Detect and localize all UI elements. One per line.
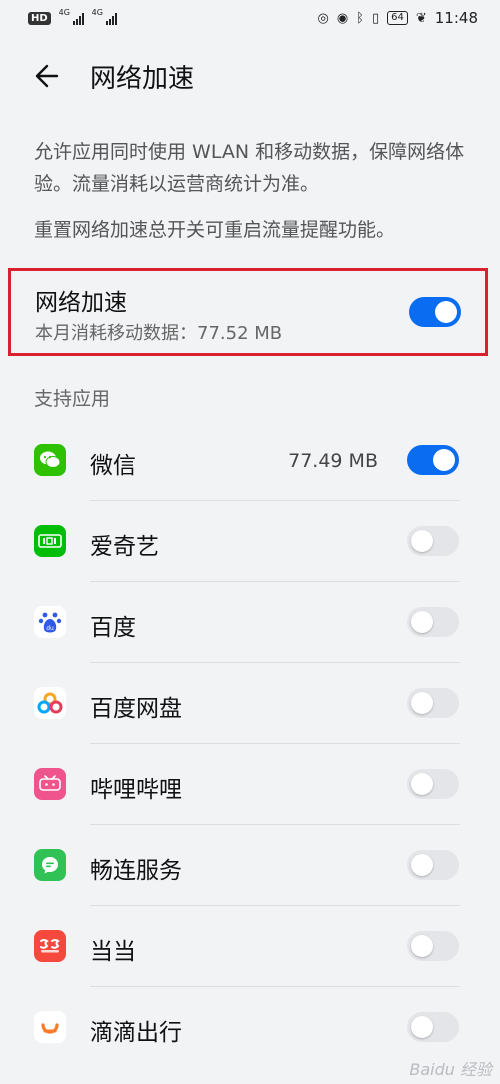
app-list: 微信 77.49 MB 爱奇艺 du 百度 百度网盘 哔哩哔哩 畅连服务 当当 … [0, 420, 500, 1068]
status-left: HD 4G 4G [28, 8, 117, 25]
baidu-netdisk-icon [34, 687, 66, 719]
bluetooth-icon: ᛒ [356, 10, 364, 26]
app-name: 爱奇艺 [90, 534, 159, 560]
switch-knob [411, 935, 433, 957]
app-row-baidu[interactable]: du 百度 [0, 582, 500, 663]
hotspot-icon: ◎ [317, 10, 329, 26]
back-button[interactable] [22, 51, 72, 101]
app-name: 当当 [90, 939, 136, 965]
signal-sim1-icon: 4G [59, 8, 84, 25]
power-saving-leaf-icon: ❦ [415, 10, 427, 26]
app-row-wechat[interactable]: 微信 77.49 MB [0, 420, 500, 501]
switch-knob [411, 1016, 433, 1038]
switch-knob [411, 773, 433, 795]
app-row-bilibili[interactable]: 哔哩哔哩 [0, 744, 500, 825]
svg-text:du: du [46, 625, 54, 632]
app-switch-didi[interactable] [407, 1012, 459, 1042]
bilibili-icon [34, 768, 66, 800]
iqiyi-icon [34, 525, 66, 557]
app-name: 百度网盘 [90, 696, 182, 722]
app-switch-iqiyi[interactable] [407, 526, 459, 556]
supported-apps-header: 支持应用 [34, 388, 111, 410]
app-usage: 77.49 MB [288, 450, 378, 472]
app-row-baidu-netdisk[interactable]: 百度网盘 [0, 663, 500, 744]
title-bar: 网络加速 [0, 48, 500, 104]
app-switch-baidu-netdisk[interactable] [407, 688, 459, 718]
baidu-icon: du [34, 606, 66, 638]
status-bar: HD 4G 4G ◎ ◉ ᛒ ▯ 64 ❦ 11:48 [0, 0, 500, 36]
reset-hint-text: 重置网络加速总开关可重启流量提醒功能。 [34, 219, 396, 241]
switch-knob [411, 530, 433, 552]
eye-comfort-icon: ◉ [336, 10, 349, 26]
arrow-left-icon [35, 64, 59, 88]
meetime-icon [34, 849, 66, 881]
switch-knob [411, 854, 433, 876]
app-row-meetime[interactable]: 畅连服务 [0, 825, 500, 906]
app-switch-meetime[interactable] [407, 850, 459, 880]
signal-sim2-icon: 4G [92, 8, 117, 25]
baidu-jingyan-watermark: Baidu 经验 [409, 1060, 492, 1079]
switch-knob [435, 301, 457, 323]
switch-knob [411, 611, 433, 633]
app-switch-baidu[interactable] [407, 607, 459, 637]
didi-icon [34, 1011, 66, 1043]
app-name: 微信 [90, 453, 136, 479]
app-switch-dangdang[interactable] [407, 931, 459, 961]
app-name: 百度 [90, 615, 136, 641]
status-right: ◎ ◉ ᛒ ▯ 64 ❦ 11:48 [317, 9, 478, 27]
page-title: 网络加速 [90, 63, 195, 94]
battery-icon: 64 [387, 11, 408, 25]
app-row-iqiyi[interactable]: 爱奇艺 [0, 501, 500, 582]
switch-knob [411, 692, 433, 714]
master-title: 网络加速 [35, 290, 127, 316]
hd-voice-badge: HD [28, 11, 51, 25]
wechat-icon [34, 444, 66, 476]
network-boost-master-switch[interactable] [409, 297, 461, 327]
vibrate-icon: ▯ [371, 10, 380, 26]
dangdang-icon [34, 930, 66, 962]
description-text: 允许应用同时使用 WLAN 和移动数据，保障网络体验。流量消耗以运营商统计为准。 [34, 141, 465, 195]
app-name: 畅连服务 [90, 858, 182, 884]
app-switch-wechat[interactable] [407, 445, 459, 475]
app-name: 滴滴出行 [90, 1020, 182, 1046]
network-boost-master-row[interactable]: 网络加速 本月消耗移动数据：77.52 MB [8, 268, 488, 356]
app-switch-bilibili[interactable] [407, 769, 459, 799]
app-name: 哔哩哔哩 [90, 777, 182, 803]
monthly-usage-text: 本月消耗移动数据：77.52 MB [35, 323, 283, 344]
app-row-dangdang[interactable]: 当当 [0, 906, 500, 987]
switch-knob [433, 449, 455, 471]
status-time: 11:48 [434, 9, 478, 27]
